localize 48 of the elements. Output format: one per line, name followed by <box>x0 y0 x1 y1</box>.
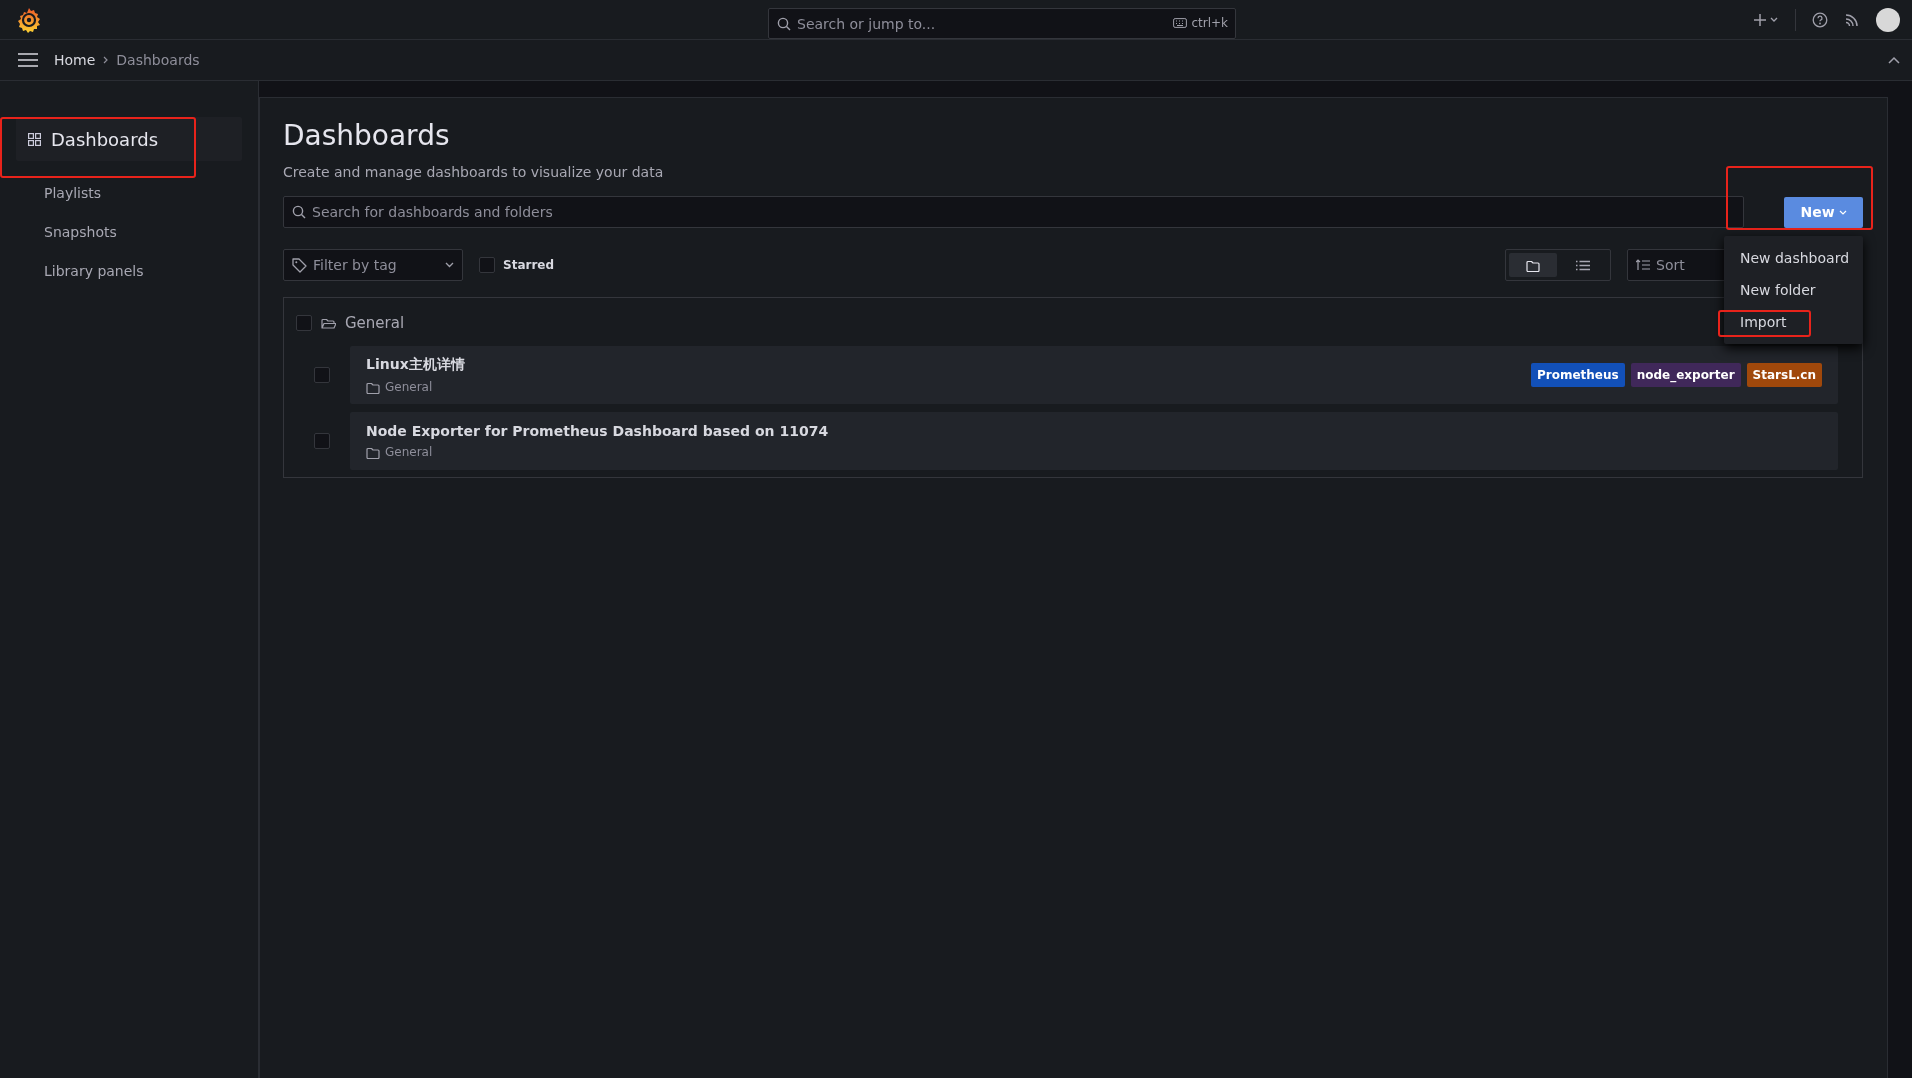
folder-icon <box>366 445 380 459</box>
list-icon <box>1576 259 1590 271</box>
grafana-logo[interactable] <box>16 6 42 33</box>
sidebar-item[interactable]: Dashboards <box>16 117 242 161</box>
menu-icon[interactable] <box>18 53 38 67</box>
sidebar-item[interactable]: Snapshots <box>16 212 242 251</box>
caret-icon <box>1838 209 1847 215</box>
search-icon <box>777 16 791 31</box>
breadcrumb-link[interactable]: Dashboards <box>116 52 200 68</box>
help-icon[interactable] <box>1812 11 1828 28</box>
chevron-icon <box>103 56 109 64</box>
checkbox[interactable] <box>314 433 330 449</box>
checkbox[interactable] <box>296 315 312 331</box>
starred-label[interactable]: Starred <box>503 258 555 272</box>
page-title: Dashboards <box>283 118 451 154</box>
sidebar-item[interactable]: Playlists <box>16 173 242 212</box>
dashboard-search-field[interactable]: Search for dashboards and folders <box>283 196 1744 228</box>
tag[interactable]: Prometheus <box>1530 363 1625 387</box>
folder-name[interactable]: General <box>345 314 405 332</box>
rss-icon[interactable] <box>1844 11 1860 28</box>
search-icon <box>292 205 306 219</box>
dashboard-card[interactable]: Linux主机详情 General Prometheus node_exporter StarsL.cn <box>350 346 1838 404</box>
dashboard-card[interactable]: Node Exporter for Prometheus Dashboard based on 11074 General <box>350 412 1838 470</box>
tag-filter-dropdown[interactable]: Filter by tag <box>283 249 463 281</box>
caret-icon <box>445 262 454 268</box>
folder-label: General <box>385 380 433 394</box>
tag[interactable]: node_exporter <box>1630 363 1741 387</box>
collapse-icon[interactable] <box>1888 56 1900 64</box>
dashboard-title[interactable]: Linux主机详情 <box>366 356 1531 374</box>
checkbox[interactable] <box>314 367 330 383</box>
starred-checkbox[interactable] <box>479 257 495 273</box>
tag-icon <box>292 257 307 273</box>
user-avatar[interactable] <box>1876 7 1900 32</box>
plus-caret-icon[interactable] <box>1753 12 1779 27</box>
grid-icon <box>28 132 41 146</box>
view-toggle[interactable] <box>1509 253 1557 277</box>
tag[interactable]: StarsL.cn <box>1746 363 1822 387</box>
sidebar-item[interactable]: Library panels <box>16 251 242 290</box>
shortcut-hint: ctrl+k <box>1191 16 1228 30</box>
dashboard-title[interactable]: Node Exporter for Prometheus Dashboard based on 11074 <box>366 423 1822 439</box>
folder-label: General <box>385 445 433 459</box>
folder-icon <box>366 380 380 394</box>
page-subtitle: Create and manage dashboards to visualize your data <box>283 164 665 180</box>
breadcrumb-link[interactable]: Home <box>54 52 96 68</box>
sort-icon <box>1636 259 1650 271</box>
keyboard-icon <box>1173 18 1188 28</box>
folder-icon <box>1526 258 1540 272</box>
menu-item[interactable]: Import <box>1724 305 1863 338</box>
